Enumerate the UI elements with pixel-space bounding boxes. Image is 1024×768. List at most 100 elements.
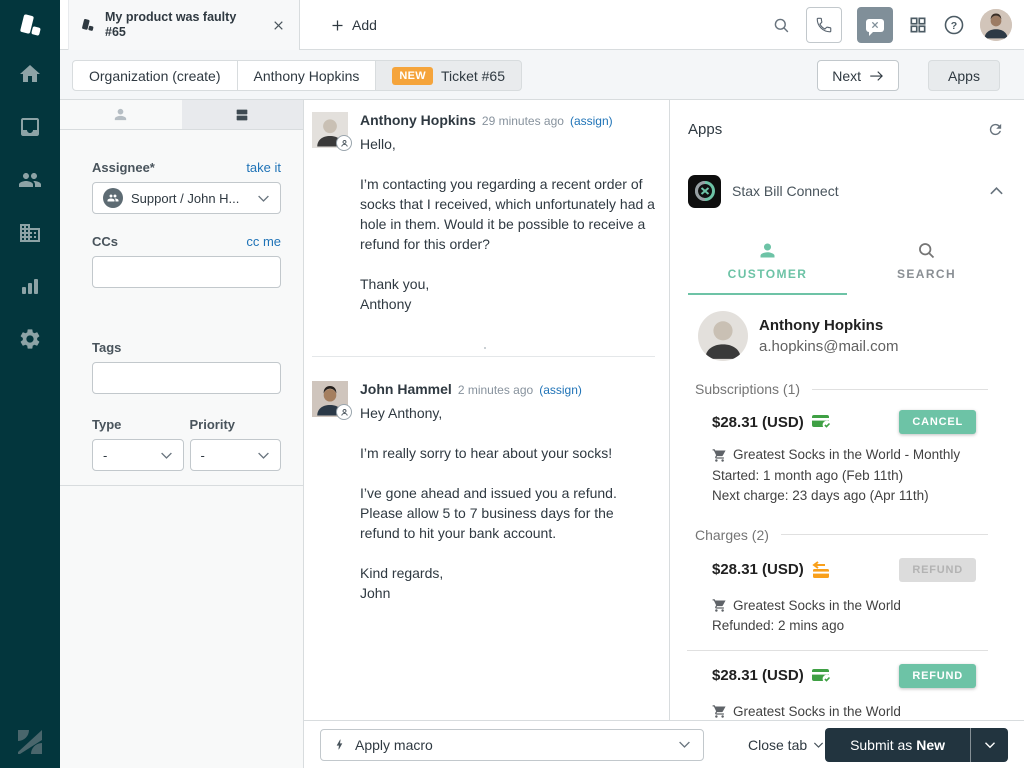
apply-macro-select[interactable]: Apply macro: [320, 728, 704, 761]
tags-label: Tags: [92, 340, 122, 355]
breadcrumb-ticket[interactable]: NEW Ticket #65: [375, 60, 523, 91]
submit-options-button[interactable]: [970, 727, 1008, 762]
tab-customer[interactable]: CUSTOMER: [688, 240, 847, 295]
message-paragraph: I’m contacting you regarding a recent or…: [360, 176, 655, 252]
tab-title-block: My product was faulty #65: [105, 10, 268, 40]
assignee-select[interactable]: Support / John H...: [92, 182, 281, 214]
sidebar-item-organizations[interactable]: [18, 221, 42, 245]
card-refunded-icon: [811, 560, 831, 579]
chat-button[interactable]: [857, 7, 893, 43]
breadcrumb-organization[interactable]: Organization (create): [72, 60, 238, 91]
tab-search[interactable]: SEARCH: [847, 240, 1006, 295]
subscriptions-section: Subscriptions (1) $28.31 (USD) CANCEL Gr…: [687, 381, 988, 507]
user-avatar[interactable]: [980, 9, 1012, 41]
chevron-down-icon: [678, 740, 691, 749]
message-time: 2 minutes ago: [457, 383, 534, 397]
stax-bill-app-icon: [688, 174, 721, 208]
type-label: Type: [92, 417, 122, 432]
subscription-product: Greatest Socks in the World - Monthly: [733, 447, 961, 462]
submit-as-new-button[interactable]: Submit as New: [825, 727, 970, 762]
apps-toggle-button[interactable]: Apps: [928, 60, 1000, 91]
admin-gear-icon: [18, 327, 42, 351]
chat-icon: [866, 18, 884, 36]
message-customer: Anthony Hopkins 29 minutes ago (assign) …: [312, 112, 655, 334]
ticket-product-icon: [79, 17, 96, 34]
breadcrumb-ticket-label: Ticket #65: [440, 67, 506, 84]
message-author: Anthony Hopkins: [360, 112, 476, 128]
priority-value: -: [200, 447, 205, 463]
breadcrumb: Organization (create) Anthony Hopkins NE…: [72, 60, 523, 91]
chevron-down-icon: [257, 451, 270, 460]
ccs-input[interactable]: [92, 256, 281, 288]
sidebar-item-customers[interactable]: [18, 168, 42, 192]
topbar-actions: ?: [772, 0, 1012, 50]
subscription-item: $28.31 (USD) CANCEL Greatest Socks in th…: [687, 410, 988, 507]
sidebar-item-admin[interactable]: [18, 327, 42, 351]
agent-badge-icon: [336, 404, 352, 420]
refresh-icon[interactable]: [987, 121, 1004, 138]
cancel-subscription-button[interactable]: CANCEL: [899, 410, 976, 434]
chevron-down-icon: [257, 194, 270, 203]
breadcrumb-organization-label: Organization (create): [89, 67, 221, 84]
charge-item-paid: $28.31 (USD) REFUND Greatest Socks in th…: [687, 663, 988, 721]
cc-me-link[interactable]: cc me: [246, 234, 281, 249]
tab-search-label: SEARCH: [896, 267, 957, 281]
phone-icon: [815, 16, 833, 34]
breadcrumb-requester[interactable]: Anthony Hopkins: [236, 60, 377, 91]
conversation-pane: Anthony Hopkins 29 minutes ago (assign) …: [304, 100, 669, 720]
refund-button[interactable]: REFUND: [899, 663, 976, 688]
search-icon[interactable]: [772, 16, 791, 35]
status-badge: NEW: [392, 66, 433, 85]
search-icon: [916, 240, 937, 261]
products-grid-icon[interactable]: [908, 15, 928, 35]
tab-ticket-fields[interactable]: [181, 100, 303, 129]
subscription-amount: $28.31 (USD): [712, 413, 804, 431]
customer-name: Anthony Hopkins: [759, 317, 884, 334]
take-it-link[interactable]: take it: [246, 160, 281, 175]
cart-icon: [712, 704, 727, 719]
close-tab-icon[interactable]: [268, 15, 289, 36]
apps-panel: Apps Stax Bill Connect CUSTOMER SEARCH A…: [669, 100, 1024, 720]
apps-toggle-label: Apps: [948, 67, 980, 84]
person-icon: [112, 106, 129, 123]
priority-label: Priority: [189, 417, 236, 432]
cart-icon: [712, 598, 727, 613]
chevron-up-icon[interactable]: [989, 186, 1004, 196]
submit-label: Submit as: [850, 736, 913, 753]
assign-link[interactable]: (assign): [570, 114, 613, 128]
group-avatar-icon: [103, 188, 123, 208]
reporting-barchart-icon: [18, 274, 42, 298]
arrow-right-icon: [869, 70, 884, 82]
sidebar-item-reporting[interactable]: [18, 274, 42, 298]
tab-requester-info[interactable]: [60, 100, 182, 129]
tags-input[interactable]: [92, 362, 281, 394]
main-nav-sidebar: [0, 0, 60, 768]
help-icon[interactable]: ?: [943, 14, 965, 36]
talk-phone-button[interactable]: [806, 7, 842, 43]
sidebar-nav: [0, 62, 60, 351]
ticket-tab[interactable]: My product was faulty #65: [68, 0, 300, 50]
charges-section: Charges (2) $28.31 (USD) REFUND Greatest…: [687, 527, 988, 721]
priority-select[interactable]: -: [189, 439, 281, 471]
home-icon: [18, 62, 42, 86]
plus-icon: [330, 18, 345, 33]
close-tab-select[interactable]: Close tab: [748, 737, 824, 753]
card-paid-icon: [811, 668, 833, 684]
add-label: Add: [352, 17, 377, 33]
sidebar-item-views[interactable]: [18, 115, 42, 139]
ticket-fields-icon: [234, 107, 250, 123]
apps-panel-title: Apps: [688, 120, 723, 138]
ticket-fields-panel: Assignee* take it Support / John H... CC…: [60, 100, 304, 768]
card-paid-icon: [811, 414, 833, 430]
sidebar-item-home[interactable]: [18, 62, 42, 86]
breadcrumb-bar: Organization (create) Anthony Hopkins NE…: [60, 50, 1024, 100]
ccs-label: CCs: [92, 234, 119, 249]
message-paragraph: Kind regards, John: [360, 565, 444, 601]
type-value: -: [103, 447, 108, 463]
add-tab-button[interactable]: Add: [318, 0, 389, 50]
assign-link[interactable]: (assign): [539, 383, 582, 397]
type-select[interactable]: -: [92, 439, 184, 471]
app-header-stax-bill[interactable]: Stax Bill Connect: [670, 168, 1024, 214]
app-name: Stax Bill Connect: [732, 183, 839, 199]
next-button[interactable]: Next: [817, 60, 899, 91]
